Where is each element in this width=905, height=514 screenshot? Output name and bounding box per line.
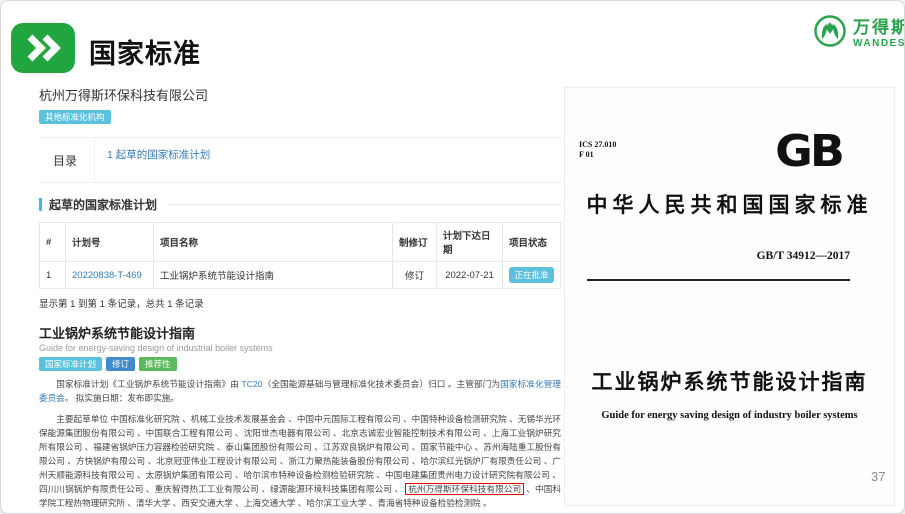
cell-project-name: 工业锅炉系统节能设计指南 bbox=[154, 262, 393, 289]
company-name: 杭州万得斯环保科技有限公司 bbox=[39, 85, 561, 104]
toc-label: 目录 bbox=[39, 138, 95, 182]
standard-cover-image: ICS 27.010 F 01 GB 中华人民共和国国家标准 GB/T 3491… bbox=[564, 87, 895, 506]
table-of-contents: 目录 1 起草的国家标准计划 bbox=[39, 137, 561, 183]
para2-units: 中国标准化研究院 、机械工业技术发展基金会 、中国中元国际工程有限公司 、中国特… bbox=[39, 414, 561, 494]
status-badge: 正在批准 bbox=[509, 267, 553, 283]
table-row: 1 20220838-T-469 工业锅炉系统节能设计指南 修订 2022-07… bbox=[40, 262, 561, 289]
standard-tags: 国家标准计划 修订 推荐性 bbox=[39, 357, 561, 371]
paragraph-plan-info: 国家标准计划《工业锅炉系统节能设计指南》由 TC20（全国能源基础与管理标准化技… bbox=[39, 378, 561, 406]
standard-title: 工业锅炉系统节能设计指南 bbox=[39, 323, 561, 342]
company-type-badge: 其他标准化机构 bbox=[39, 110, 111, 124]
header-plan-no: 计划号 bbox=[66, 223, 154, 262]
header-index: # bbox=[40, 223, 66, 262]
ics-codes: ICS 27.010 F 01 bbox=[579, 140, 616, 161]
table-header-row: # 计划号 项目名称 制修订 计划下达日期 项目状态 bbox=[40, 223, 561, 262]
cell-issue-date: 2022-07-21 bbox=[437, 262, 503, 289]
header-issue-date: 计划下达日期 bbox=[437, 223, 503, 262]
double-chevron-icon bbox=[11, 23, 75, 73]
pagination-summary: 显示第 1 到第 1 条记录，总共 1 条记录 bbox=[39, 296, 561, 310]
tag-revision: 修订 bbox=[106, 357, 135, 371]
standards-info-panel: 杭州万得斯环保科技有限公司 其他标准化机构 目录 1 起草的国家标准计划 起草的… bbox=[39, 85, 561, 509]
header-status: 项目状态 bbox=[503, 223, 561, 262]
ics-code: ICS 27.010 bbox=[579, 140, 616, 150]
header-revision: 制修订 bbox=[393, 223, 437, 262]
header-project-name: 项目名称 bbox=[154, 223, 393, 262]
cell-index: 1 bbox=[40, 262, 66, 289]
para1-text: （全国能源基础与管理标准化技术委员会）归口 。主管部门为 bbox=[263, 379, 501, 389]
para1-text: 国家标准计划《工业锅炉系统节能设计指南》由 bbox=[56, 379, 241, 389]
gb-logo: GB bbox=[775, 125, 842, 176]
cover-title-en: Guide for energy saving design of indust… bbox=[565, 410, 894, 421]
brand-logo: 万得斯 WANDESS bbox=[813, 14, 905, 53]
wandess-plant-icon bbox=[813, 14, 847, 53]
cover-divider bbox=[587, 279, 850, 281]
tag-recommended: 推荐性 bbox=[139, 357, 177, 371]
page-title: 国家标准 bbox=[89, 32, 201, 71]
cover-heading: 中华人民共和国国家标准 bbox=[565, 189, 894, 219]
paragraph-drafting-units: 主要起草单位 中国标准化研究院 、机械工业技术发展基金会 、中国中元国际工程有限… bbox=[39, 413, 561, 509]
cover-title: 工业锅炉系统节能设计指南 bbox=[565, 366, 894, 396]
brand-name-en: WANDESS bbox=[853, 39, 905, 49]
section-title: 起草的国家标准计划 bbox=[49, 196, 157, 213]
slide: 国家标准 万得斯 WANDESS 杭州万得斯环保科技有限公司 其他标准化机构 目… bbox=[0, 0, 905, 514]
brand-name-cn: 万得斯 bbox=[853, 19, 905, 36]
cell-revision: 修订 bbox=[393, 262, 437, 289]
section-accent-bar bbox=[39, 198, 42, 211]
plan-number-link[interactable]: 20220838-T-469 bbox=[72, 270, 142, 281]
tag-national-plan: 国家标准计划 bbox=[39, 357, 102, 371]
section-header: 起草的国家标准计划 bbox=[39, 196, 561, 213]
para2-lead: 主要起草单位 bbox=[56, 414, 110, 424]
toc-link-drafted-plans[interactable]: 1 起草的国家标准计划 bbox=[107, 149, 210, 161]
para1-text: 。 拟实施日期：发布即实施。 bbox=[65, 393, 179, 403]
plans-table: # 计划号 项目名称 制修订 计划下达日期 项目状态 1 20220838-T-… bbox=[39, 222, 561, 289]
highlighted-company: 杭州万得斯环保科技有限公司 bbox=[405, 483, 524, 495]
page-number: 37 bbox=[871, 469, 885, 484]
standard-title-en: Guide for energy-saving design of indust… bbox=[39, 343, 561, 353]
standard-number: GB/T 34912—2017 bbox=[757, 250, 850, 262]
class-code: F 01 bbox=[579, 150, 616, 160]
tc20-link[interactable]: TC20 bbox=[242, 379, 263, 389]
section-divider bbox=[167, 204, 561, 205]
